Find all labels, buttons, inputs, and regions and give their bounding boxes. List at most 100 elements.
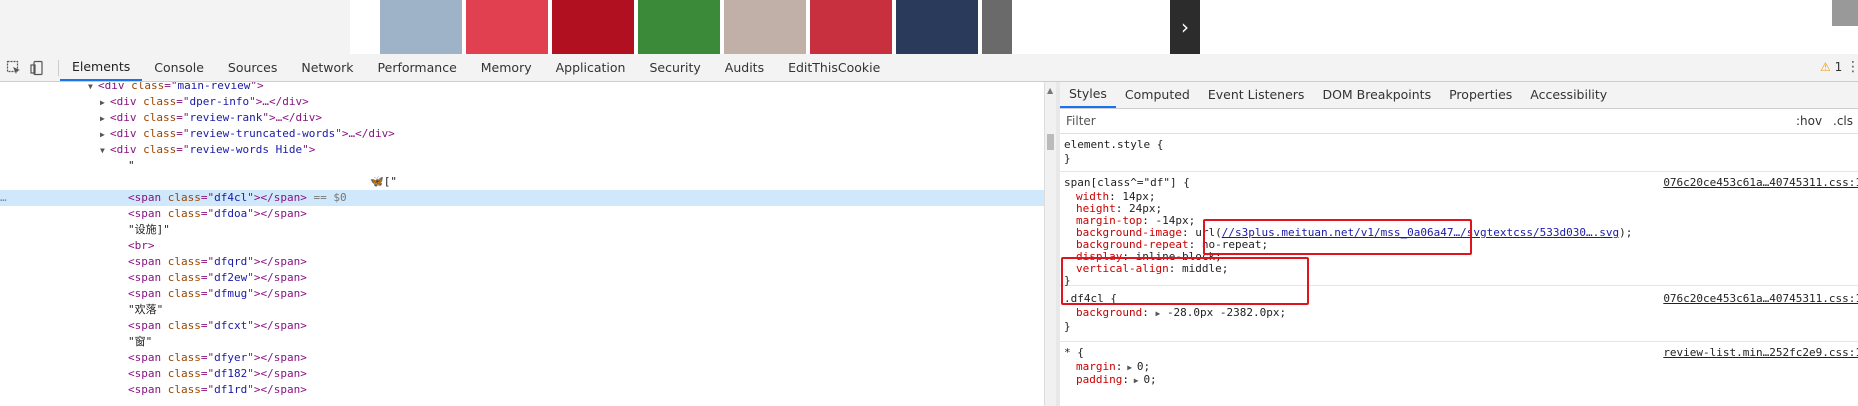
tab-sources[interactable]: Sources [216, 54, 289, 81]
tab-network[interactable]: Network [289, 54, 365, 81]
dom-node-content: <span class="dfcxt"></span> [128, 319, 307, 332]
tag-tail: ></span> [253, 319, 307, 332]
rule-selector[interactable]: * { [1064, 346, 1084, 360]
elements-scrollbar[interactable]: ▲ [1044, 82, 1056, 406]
tab-performance[interactable]: Performance [366, 54, 469, 81]
dom-node[interactable]: 🦋[" [0, 174, 1044, 190]
subtab-computed[interactable]: Computed [1116, 82, 1199, 108]
dom-node[interactable]: <span class="df2ew"></span> [0, 270, 1044, 286]
subtab-properties[interactable]: Properties [1440, 82, 1521, 108]
rule-source-link[interactable]: review-list.min…252fc2e9.css:1 [1663, 346, 1858, 360]
class-value: dfcxt [214, 319, 248, 332]
dom-node[interactable]: <span class="df4cl"></span> == $0… [0, 190, 1044, 206]
rule-selector[interactable]: span[class^="df"] { [1064, 176, 1190, 190]
dom-node[interactable]: "窗" [0, 334, 1044, 350]
dom-node-content: ▶ <div class="dper-info">…</div> [100, 94, 309, 111]
element-style-selector[interactable]: element.style { [1064, 138, 1163, 152]
more-dots-icon[interactable]: … [0, 190, 7, 206]
dom-node[interactable]: <span class="df182"></span> [0, 366, 1044, 382]
rule-source-link[interactable]: 076c20ce453c61a…40745311.css:1 [1663, 292, 1858, 306]
photo-red-umbrellas-icon[interactable] [810, 0, 892, 54]
css-declaration[interactable]: margin: ▶ 0; [1076, 360, 1150, 374]
photo-salad-icon[interactable] [638, 0, 720, 54]
dom-node[interactable]: ▶ <div class="review-truncated-words">…</… [0, 126, 1044, 142]
expand-icon[interactable] [1832, 0, 1858, 26]
rule-source-link[interactable]: 076c20ce453c61a…40745311.css:1 [1663, 176, 1858, 190]
expand-shorthand-icon[interactable]: ▶ [1129, 376, 1143, 385]
dom-node[interactable]: ▶ <div class="dper-info">…</div> [0, 94, 1044, 110]
subtab-accessibility[interactable]: Accessibility [1521, 82, 1616, 108]
class-value: df2ew [214, 271, 248, 284]
class-toggle[interactable]: .cls [1833, 114, 1853, 128]
dom-node-content: ▼ <div class="review-words Hide"> [100, 142, 315, 159]
styles-filter-input[interactable] [1066, 112, 1786, 130]
photo-city-night-icon[interactable] [896, 0, 978, 54]
dom-node[interactable]: "设施]" [0, 222, 1044, 238]
dom-node[interactable]: ▼ <div class="main-review"> [0, 82, 1044, 94]
tag-tail: >…</div> [341, 127, 395, 140]
sidebar-subtabs: Styles Computed Event Listeners DOM Breakpo… [1060, 82, 1858, 109]
dom-node-content: <br> [128, 238, 155, 254]
photo-phone-red-icon[interactable] [466, 0, 548, 54]
scroll-up-icon[interactable]: ▲ [1047, 86, 1053, 95]
dom-node[interactable]: ▶ <div class="review-rank">…</div> [0, 110, 1044, 126]
css-declaration[interactable]: background: ▶ -28.0px -2382.0px; [1076, 306, 1286, 320]
warning-counter[interactable]: ⚠ 1 [1820, 60, 1842, 74]
photo-partial-icon[interactable] [982, 0, 1012, 54]
scrollbar-thumb[interactable] [1047, 134, 1054, 150]
strip-background [0, 0, 350, 54]
dom-node[interactable]: <span class="dfcxt"></span> [0, 318, 1044, 334]
photo-woman-sitting-icon[interactable] [724, 0, 806, 54]
expand-shorthand-icon[interactable]: ▶ [1122, 363, 1136, 372]
tag-tail: > [308, 143, 316, 156]
collapse-triangle-icon[interactable]: ▼ [100, 143, 110, 159]
class-value: dfdoa [214, 207, 248, 220]
text-node: "窗" [128, 335, 153, 348]
dom-node[interactable]: <span class="dfyer"></span> [0, 350, 1044, 366]
photo-red-light-icon[interactable] [552, 0, 634, 54]
tab-memory[interactable]: Memory [469, 54, 544, 81]
tag-tail: >…</div> [268, 111, 322, 124]
element-style-rule: element.style { } [1060, 134, 1858, 172]
dom-node[interactable]: " [0, 158, 1044, 174]
class-value: review-words Hide [189, 143, 303, 156]
class-value: review-rank [189, 111, 263, 124]
expand-triangle-icon[interactable]: ▶ [100, 127, 110, 143]
dom-node[interactable]: <span class="dfdoa"></span> [0, 206, 1044, 222]
tab-console[interactable]: Console [142, 54, 216, 81]
dom-node[interactable]: <span class="dfqrd"></span> [0, 254, 1044, 270]
expand-shorthand-icon[interactable]: ▶ [1155, 309, 1160, 318]
tab-security[interactable]: Security [637, 54, 712, 81]
photo-woman-city-icon[interactable] [380, 0, 462, 54]
subtab-event-listeners[interactable]: Event Listeners [1199, 82, 1314, 108]
tag-tail: ></span> [253, 255, 307, 268]
tab-editthiscookie[interactable]: EditThisCookie [776, 54, 892, 81]
more-options-icon[interactable]: ⋮ [1846, 59, 1858, 75]
class-value: dper-info [189, 95, 250, 108]
tab-audits[interactable]: Audits [713, 54, 776, 81]
expand-triangle-icon[interactable]: ▶ [100, 111, 110, 127]
dom-node[interactable]: <br> [0, 238, 1044, 254]
dom-node[interactable]: <span class="dfmug"></span> [0, 286, 1044, 302]
dom-node-content: 🦋[" [370, 174, 397, 190]
subtab-styles[interactable]: Styles [1060, 82, 1116, 108]
css-declaration[interactable]: padding: ▶ 0; [1076, 373, 1157, 387]
styles-filter-bar: :hov .cls [1060, 109, 1858, 134]
class-value: main-review [177, 82, 251, 92]
tag-name: span [134, 383, 162, 396]
subtab-dom-breakpoints[interactable]: DOM Breakpoints [1313, 82, 1440, 108]
dom-node[interactable]: ▼ <div class="review-words Hide"> [0, 142, 1044, 158]
device-toolbar-icon[interactable] [30, 60, 46, 76]
dom-node-content: <span class="dfdoa"></span> [128, 207, 307, 220]
tab-application[interactable]: Application [544, 54, 638, 81]
dom-node[interactable]: <span class="df1rd"></span> [0, 382, 1044, 398]
tag-name: span [134, 191, 162, 204]
inspect-element-icon[interactable] [6, 60, 22, 76]
tag-tail: >…</div> [255, 95, 309, 108]
expand-triangle-icon[interactable]: ▶ [100, 95, 110, 111]
hover-state-toggle[interactable]: :hov [1796, 114, 1822, 128]
dom-node[interactable]: "欢落" [0, 302, 1044, 318]
chevron-right-icon[interactable]: › [1170, 0, 1200, 54]
styles-pane: Styles Computed Event Listeners DOM Breakpo… [1060, 82, 1858, 406]
tab-elements[interactable]: Elements [60, 54, 143, 81]
